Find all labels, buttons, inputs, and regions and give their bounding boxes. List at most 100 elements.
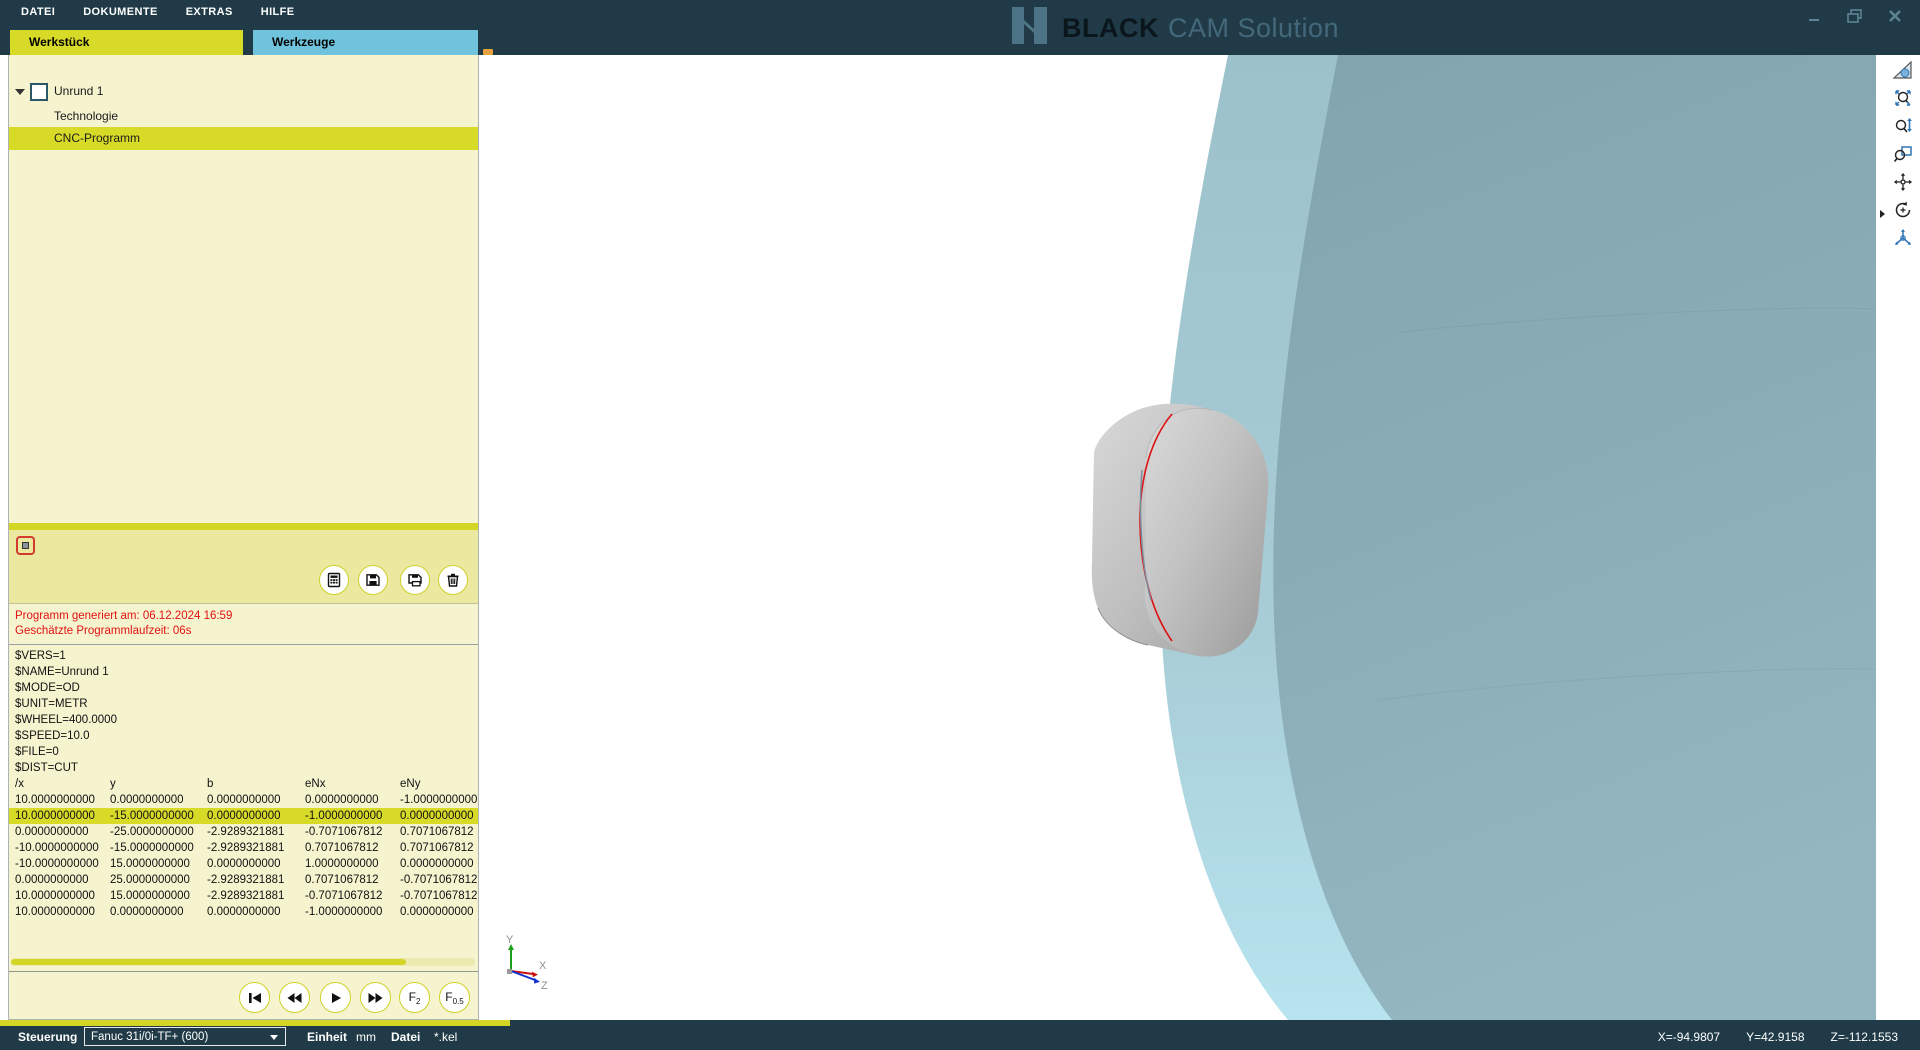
app-logo: BLACK CAM Solution [1012,7,1339,49]
brand-cam-solution: CAM Solution [1168,13,1339,44]
coord-y: Y=42.9158 [1746,1030,1804,1044]
axis-z-label: Z [541,980,548,991]
tree-item-label: CNC-Programm [54,131,140,145]
viewport-origin-marker-icon [483,49,493,55]
shaded-view-icon[interactable] [1890,57,1915,82]
file-extension-value: *.kel [434,1030,457,1044]
minimize-icon[interactable] [1802,4,1828,28]
divider [9,971,478,972]
calculate-icon [326,572,342,588]
col-eny: eNy [394,776,478,792]
table-row[interactable]: 10.000000000015.0000000000-2.9289321881-… [9,888,478,904]
cnc-header-line: $WHEEL=400.0000 [15,712,117,728]
cnc-header-line: $SPEED=10.0 [15,728,89,744]
col-b: b [201,776,299,792]
save-icon [365,572,381,588]
axis-y-label: Y [506,934,514,946]
datei-label: Datei [391,1030,420,1044]
zoom-window-icon[interactable] [1890,141,1915,166]
skip-start-button[interactable] [239,982,270,1013]
tree-item-label: Unrund 1 [54,84,103,98]
play-icon [330,992,342,1004]
calculate-button[interactable] [319,565,349,595]
fast-forward-button[interactable] [360,982,391,1013]
table-row[interactable]: 10.00000000000.00000000000.0000000000-1.… [9,904,478,920]
scrollbar-thumb[interactable] [11,959,406,965]
skip-start-icon [248,992,262,1004]
toolbar-flyout-arrow-icon[interactable] [1880,210,1885,218]
workpiece[interactable] [1092,404,1269,657]
view-toolbar [1890,57,1915,250]
tree-item-label: Technologie [54,109,118,123]
print-button[interactable] [400,565,430,595]
zoom-fit-icon[interactable] [1890,85,1915,110]
cnc-header-line: $FILE=0 [15,744,59,760]
delete-button[interactable] [438,565,468,595]
program-generated-text: Programm generiert am: 06.12.2024 16:59 [15,610,232,622]
program-info: Programm generiert am: 06.12.2024 16:59 … [9,603,478,645]
menu-dokumente[interactable]: DOKUMENTE [83,6,158,18]
chevron-down-icon [270,1035,278,1040]
brand-black: BLACK [1062,13,1159,44]
zoom-vertical-icon[interactable] [1890,113,1915,138]
rotate-view-icon[interactable] [1890,197,1915,222]
axis-x-label: X [539,960,547,972]
panel-divider [9,523,478,530]
pan-icon[interactable] [1890,169,1915,194]
table-row-selected[interactable]: 10.0000000000-15.00000000000.0000000000-… [9,808,478,824]
tab-werkstueck[interactable]: Werkstück [10,30,243,55]
logo-h-icon [1012,7,1047,49]
cnc-header-line: $UNIT=METR [15,696,88,712]
save-button[interactable] [358,565,388,595]
menu-bar: DATEI DOKUMENTE EXTRAS HILFE [21,6,295,18]
menu-hilfe[interactable]: HILFE [261,6,295,18]
print-icon [407,572,423,588]
table-row[interactable]: 10.00000000000.00000000000.00000000000.0… [9,792,478,808]
speed-f05-button[interactable]: F0.5 [439,982,470,1013]
speed-f2-button[interactable]: F2 [399,982,430,1013]
tree-item-technologie[interactable]: Technologie [9,107,478,126]
werkstueck-panel: Unrund 1 Technologie CNC-Programm [8,55,479,1020]
coord-x: X=-94.9807 [1658,1030,1720,1044]
stop-marker-icon[interactable] [16,536,35,555]
cnc-table-header: /x y b eNx eNy [9,776,478,792]
play-button[interactable] [320,982,351,1013]
panel-bottom-edge [0,1020,510,1026]
col-y: y [104,776,201,792]
tree-item-unrund[interactable]: Unrund 1 [9,82,478,102]
controller-dropdown[interactable]: Fanuc 31i/0i-TF+ (600) [84,1027,286,1046]
table-row[interactable]: -10.0000000000-15.0000000000-2.928932188… [9,840,478,856]
cnc-header-line: $DIST=CUT [15,760,78,776]
table-row[interactable]: -10.000000000015.00000000000.00000000001… [9,856,478,872]
menu-datei[interactable]: DATEI [21,6,55,18]
program-generator-panel [9,530,478,603]
table-row[interactable]: 0.000000000025.0000000000-2.92893218810.… [9,872,478,888]
cursor-coordinates: X=-94.9807 Y=42.9158 Z=-112.1553 [1658,1030,1898,1044]
horizontal-scrollbar[interactable] [11,958,475,966]
unrund-checkbox[interactable] [30,83,48,101]
close-icon[interactable] [1882,4,1908,28]
menu-extras[interactable]: EXTRAS [186,6,233,18]
expander-icon[interactable] [15,89,25,95]
rewind-button[interactable] [279,982,310,1013]
cnc-header-line: $MODE=OD [15,680,80,696]
axis-triad: Y X Z [493,933,557,991]
coord-z: Z=-112.1553 [1831,1030,1899,1044]
viewport-3d[interactable]: Y X Z [479,55,1920,1020]
restore-icon[interactable] [1842,4,1868,28]
window-controls [1802,4,1908,28]
grinding-wheel [1160,55,1876,1020]
table-row[interactable]: 0.0000000000-25.0000000000-2.9289321881-… [9,824,478,840]
col-enx: eNx [299,776,394,792]
cnc-header-line: $VERS=1 [15,648,66,664]
isometric-view-icon[interactable] [1890,225,1915,250]
delete-icon [445,572,461,588]
black-cam-solution-window: DATEI DOKUMENTE EXTRAS HILFE BLACK CAM S… [0,0,1920,1050]
rewind-icon [287,992,302,1004]
tab-werkzeuge[interactable]: Werkzeuge [253,30,478,55]
tree-item-cnc-programm[interactable]: CNC-Programm [9,127,478,150]
cnc-program-view[interactable]: $VERS=1 $NAME=Unrund 1 $MODE=OD $UNIT=ME… [9,644,478,959]
controller-value: Fanuc 31i/0i-TF+ (600) [91,1031,208,1043]
steuerung-label: Steuerung [18,1030,77,1044]
fast-forward-icon [368,992,383,1004]
